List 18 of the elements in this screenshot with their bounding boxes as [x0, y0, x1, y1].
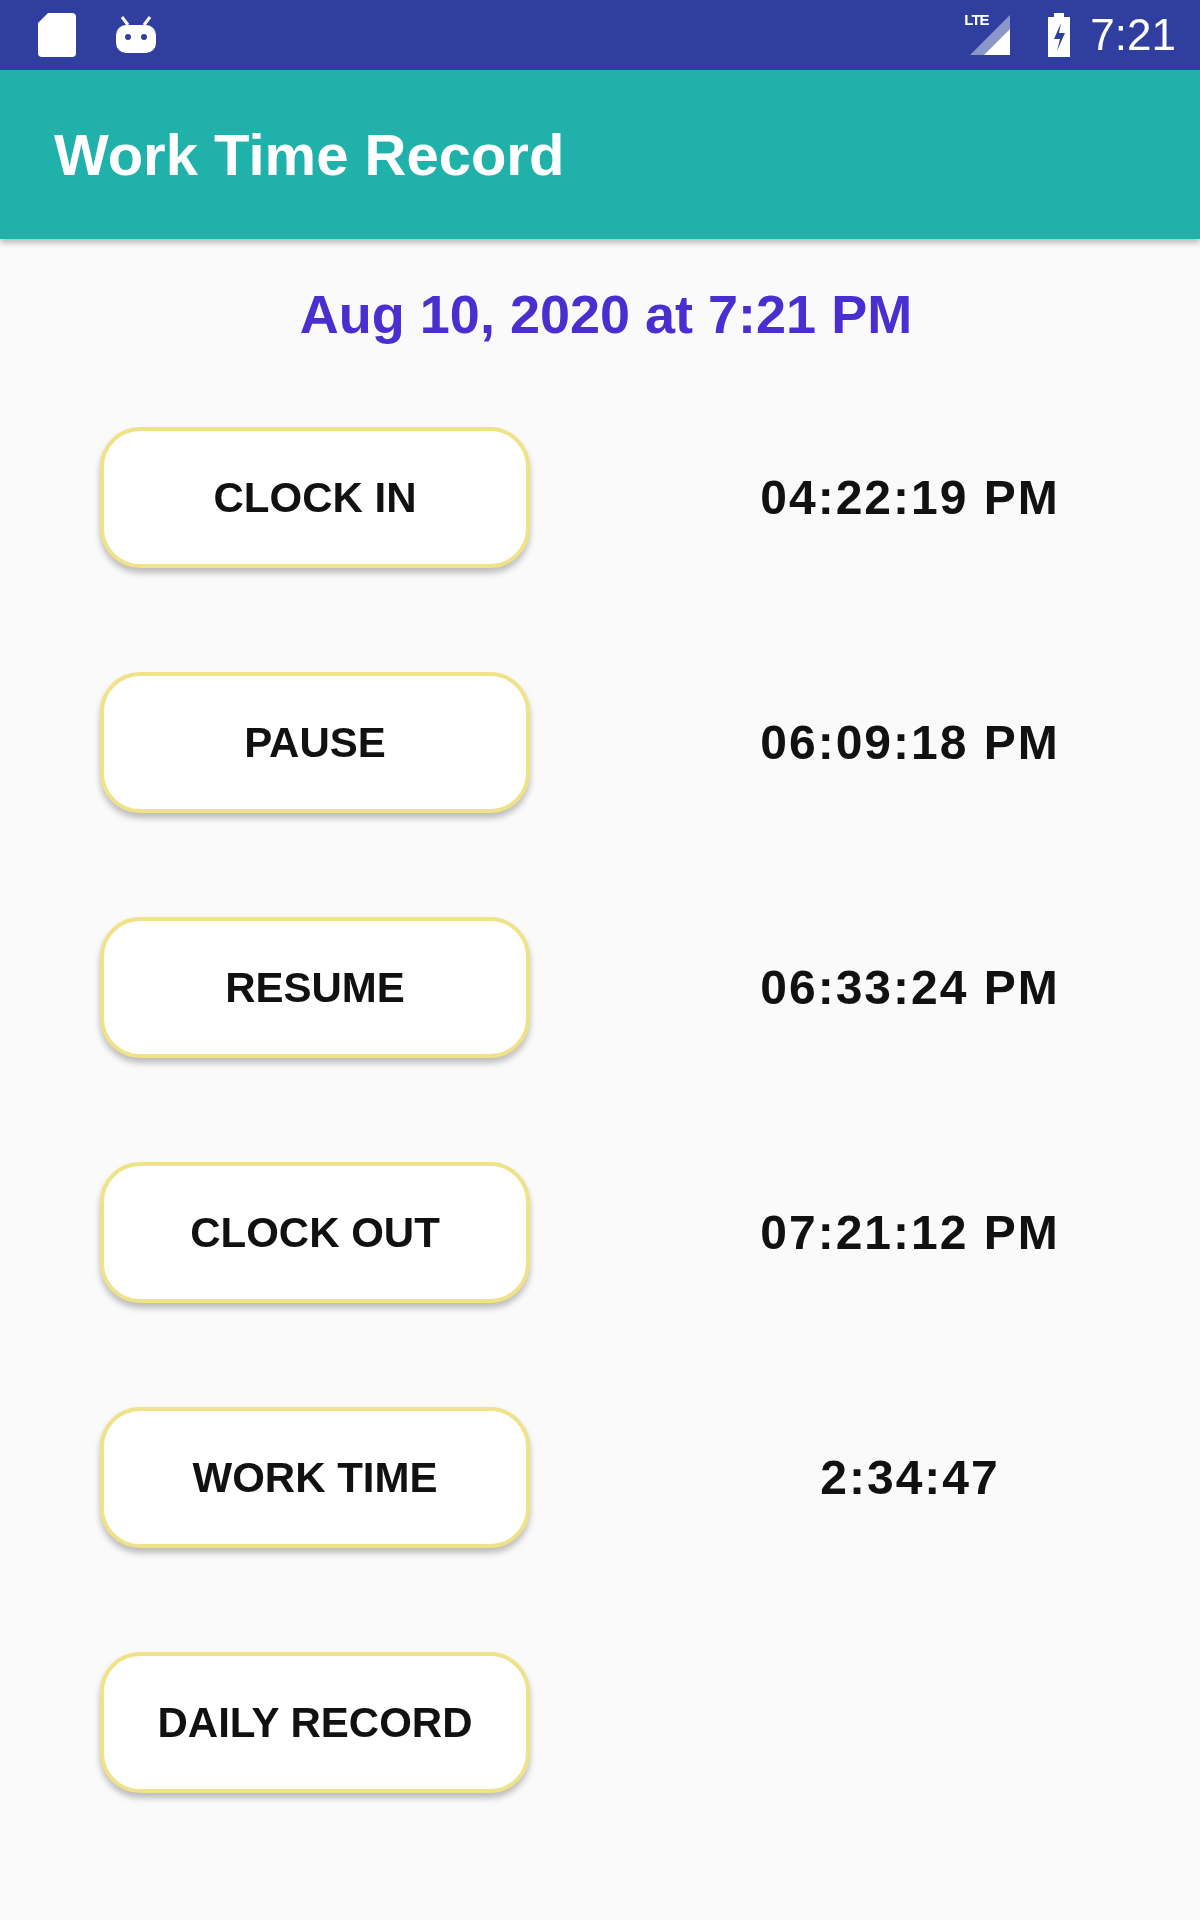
time-value: 06:33:24 PM [760, 961, 1060, 1014]
status-time: 7:21 [1090, 10, 1176, 60]
action-button[interactable]: CLOCK IN [100, 427, 530, 568]
time-value: 06:09:18 PM [760, 716, 1060, 769]
action-button[interactable]: WORK TIME [100, 1407, 530, 1548]
action-button[interactable]: RESUME [100, 917, 530, 1058]
time-value: 2:34:47 [820, 1451, 1000, 1504]
action-button[interactable]: CLOCK OUT [100, 1162, 530, 1303]
sd-card-icon [38, 13, 78, 57]
android-icon [114, 15, 158, 55]
time-value: 07:21:12 PM [760, 1206, 1060, 1259]
network-type-label: LTE [964, 11, 989, 28]
date-time-heading: Aug 10, 2020 at 7:21 PM [298, 283, 914, 345]
action-button[interactable]: DAILY RECORD [100, 1652, 530, 1793]
time-value: 04:22:19 PM [760, 471, 1060, 524]
battery-charging-icon [1046, 13, 1073, 57]
action-button[interactable]: PAUSE [100, 672, 530, 813]
app-title: Work Time Record [54, 121, 565, 188]
